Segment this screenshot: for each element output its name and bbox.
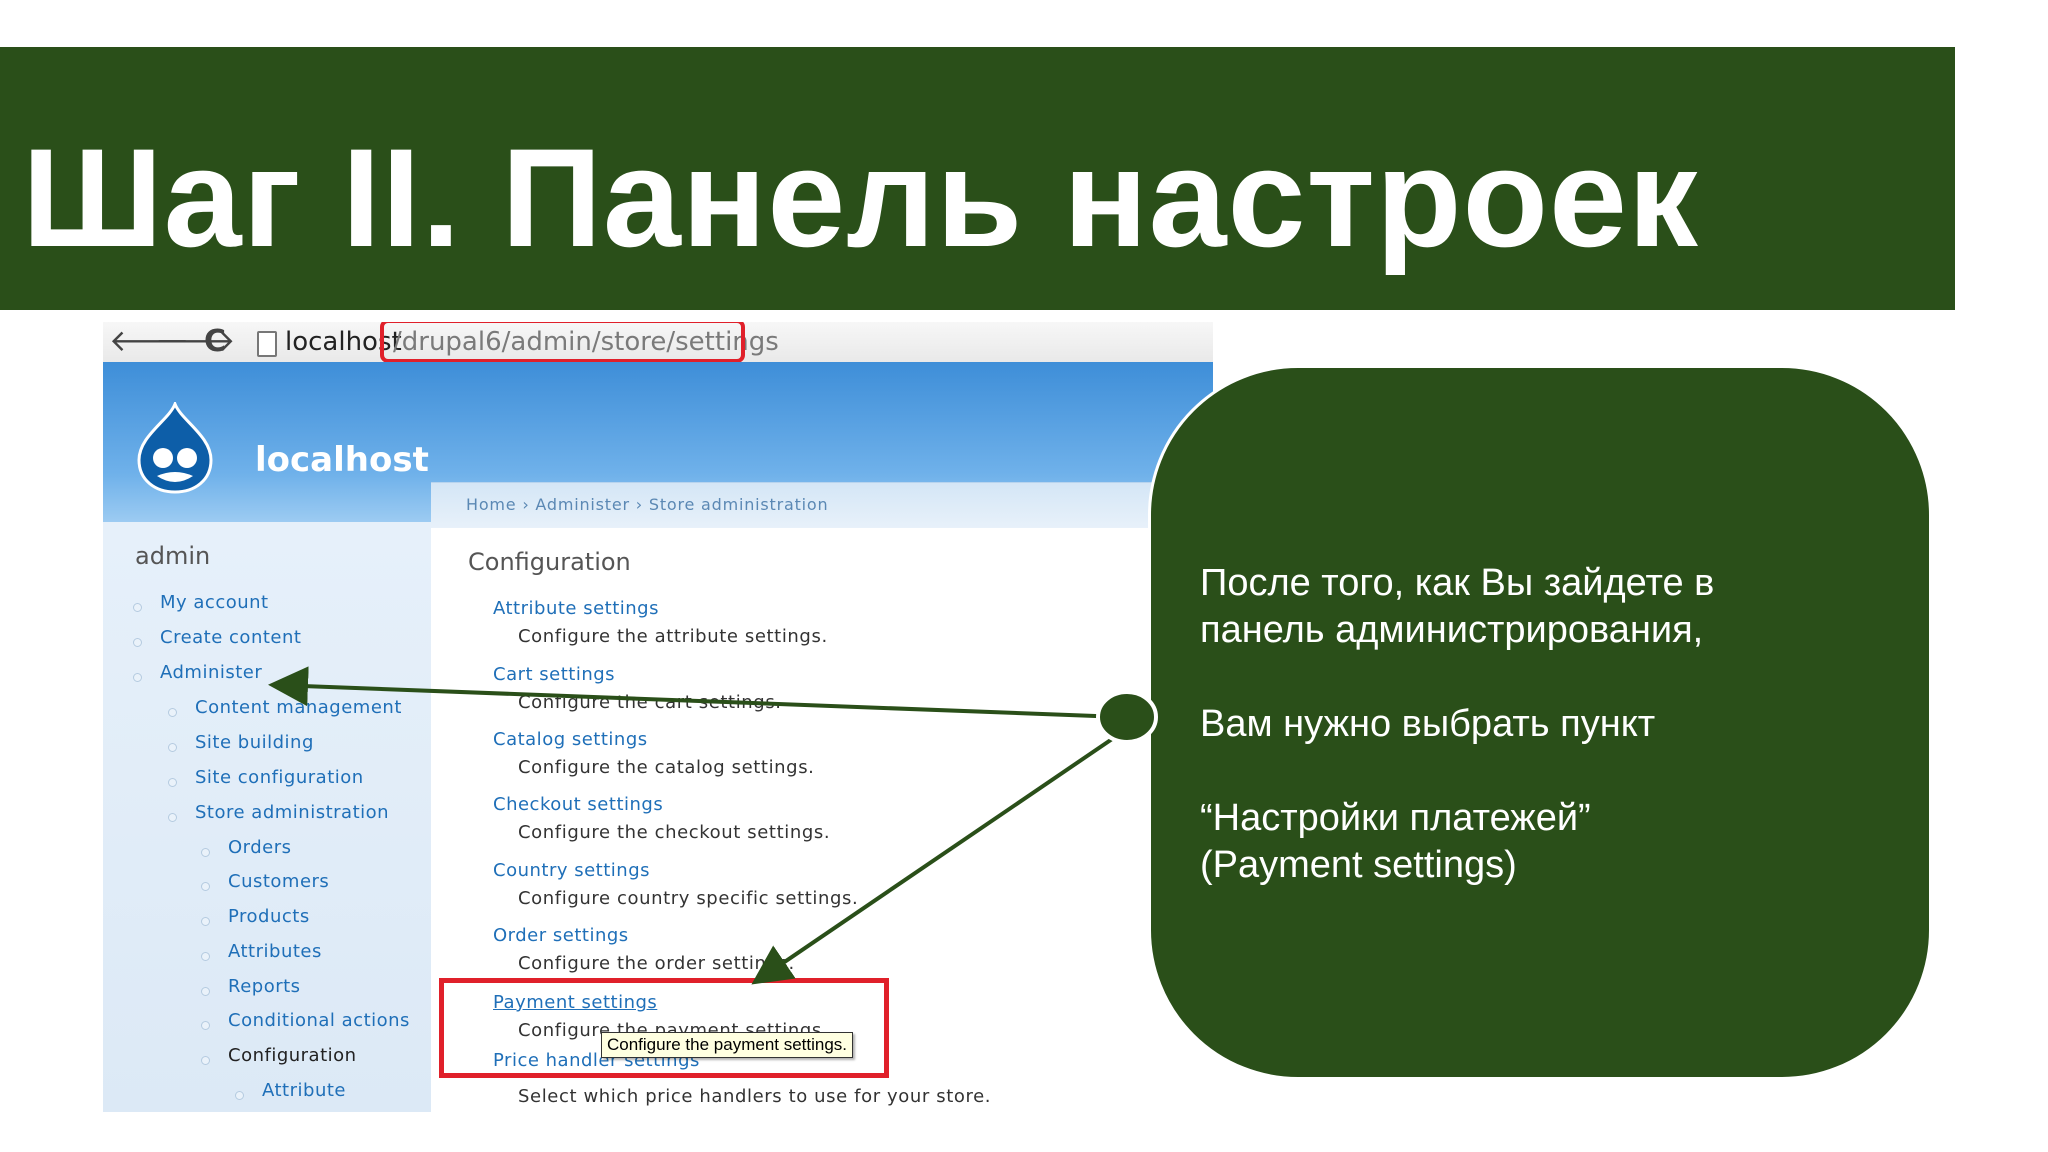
bullet-icon [168,708,177,717]
callout-line: Вам нужно выбрать пункт [1200,703,1656,745]
callout-line: “Настройки платежей” [1200,797,1591,839]
site-name[interactable]: localhost [255,440,429,480]
breadcrumb-bar: Home › Administer › Store administration [431,482,1213,529]
callout-text: После того, как Вы зайдете в панель адми… [1200,560,1900,889]
country-settings-link[interactable]: Country settings [493,860,650,881]
sidebar-nav: admin My account Create content Administ… [103,522,431,1112]
attribute-settings-desc: Configure the attribute settings. [518,626,828,647]
payment-highlight-box [439,978,889,1078]
sidebar-item-configuration[interactable]: Configuration [228,1045,357,1066]
slide-title: Шаг II. Панель настроек [22,119,1699,276]
sidebar-item-create-content[interactable]: Create content [160,627,301,648]
sidebar-item-site-configuration[interactable]: Site configuration [195,767,364,788]
drupal-logo-icon[interactable] [135,402,215,494]
price-handler-settings-desc: Select which price handlers to use for y… [518,1086,992,1107]
sidebar-item-attributes[interactable]: Attributes [228,941,322,962]
bullet-icon [133,603,142,612]
sidebar-item-products[interactable]: Products [228,906,310,927]
catalog-settings-link[interactable]: Catalog settings [493,729,648,750]
bullet-icon [201,952,210,961]
bullet-icon [201,917,210,926]
catalog-settings-desc: Configure the catalog settings. [518,757,815,778]
sidebar-item-store-administration[interactable]: Store administration [195,802,389,823]
callout-line: панель администрирования, [1200,609,1704,651]
bullet-icon [133,673,142,682]
callout-line: После того, как Вы зайдете в [1200,562,1715,604]
page-icon [257,331,277,357]
sidebar-item-conditional-actions[interactable]: Conditional actions [228,1010,410,1031]
cart-settings-desc: Configure the cart settings. [518,692,782,713]
url-highlight-box [380,322,745,363]
reload-icon[interactable]: C [204,324,226,360]
sidebar-title: admin [135,542,211,570]
order-settings-link[interactable]: Order settings [493,925,629,946]
sidebar-item-my-account[interactable]: My account [160,592,269,613]
breadcrumb[interactable]: Home › Administer › Store administration [466,495,828,514]
bullet-icon [201,882,210,891]
checkout-settings-link[interactable]: Checkout settings [493,794,663,815]
sidebar-item-orders[interactable]: Orders [228,837,292,858]
attribute-settings-link[interactable]: Attribute settings [493,598,659,619]
bullet-icon [133,638,142,647]
sidebar-item-reports[interactable]: Reports [228,976,301,997]
address-bar: 🡐 🡒 C localhost /drupal6/admin/store/set… [103,322,1213,363]
bullet-icon [201,848,210,857]
bullet-icon [201,1021,210,1030]
bullet-icon [168,743,177,752]
sidebar-item-administer[interactable]: Administer [160,662,262,683]
bullet-icon [168,813,177,822]
page-title: Configuration [468,548,631,576]
sidebar-item-customers[interactable]: Customers [228,871,329,892]
browser-screenshot: 🡐 🡒 C localhost /drupal6/admin/store/set… [103,322,1213,1112]
country-settings-desc: Configure country specific settings. [518,888,859,909]
sidebar-item-site-building[interactable]: Site building [195,732,314,753]
callout-line: (Payment settings) [1200,844,1517,886]
sidebar-item-attribute[interactable]: Attribute [262,1080,346,1101]
order-settings-desc: Configure the order settings. [518,953,795,974]
bullet-icon [201,1056,210,1065]
bullet-icon [201,987,210,996]
cart-settings-link[interactable]: Cart settings [493,664,615,685]
sidebar-item-content-management[interactable]: Content management [195,697,402,718]
bullet-icon [168,778,177,787]
checkout-settings-desc: Configure the checkout settings. [518,822,831,843]
bullet-icon [235,1091,244,1100]
